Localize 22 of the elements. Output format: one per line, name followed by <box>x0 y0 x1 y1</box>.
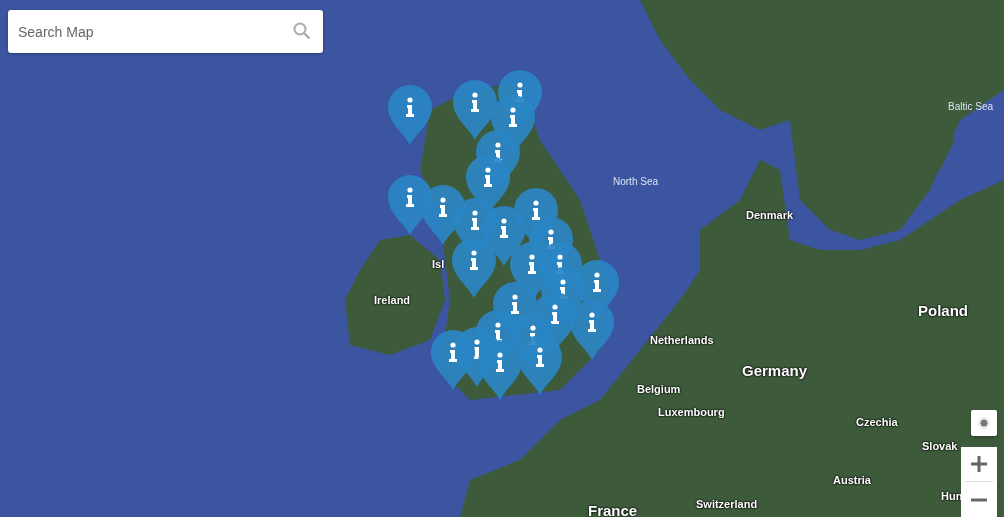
map-label: Belgium <box>637 383 681 395</box>
map-label: Luxembourg <box>658 406 725 418</box>
map-label: Slovak <box>922 440 958 452</box>
map-label: North Sea <box>613 176 659 187</box>
satellite-map[interactable]: Baltic Sea North Sea Denmark Isl Ireland Poland Netherlands Germany Belgium Luxembourg Czechia Slovak Austria Hun France Switzerland Search Map <box>0 0 1004 517</box>
map-label: Austria <box>833 474 871 486</box>
map-label: Denmark <box>746 209 794 221</box>
map-label: Ireland <box>374 294 411 306</box>
map-label: Isl <box>432 258 445 270</box>
location-icon <box>977 416 991 430</box>
map-label: Germany <box>742 362 808 379</box>
map-label: France <box>588 502 638 517</box>
map-label: Poland <box>918 302 968 319</box>
plus-icon <box>970 455 988 473</box>
map-label: Netherlands <box>650 334 714 346</box>
locate-button[interactable] <box>971 410 997 436</box>
map-label: Czechia <box>856 416 898 428</box>
minus-icon <box>970 497 988 502</box>
map-label: Switzerland <box>696 498 758 510</box>
map-label: Hun <box>941 490 963 502</box>
search-field[interactable]: Search Map <box>8 10 323 53</box>
map-label: Baltic Sea <box>948 101 994 112</box>
